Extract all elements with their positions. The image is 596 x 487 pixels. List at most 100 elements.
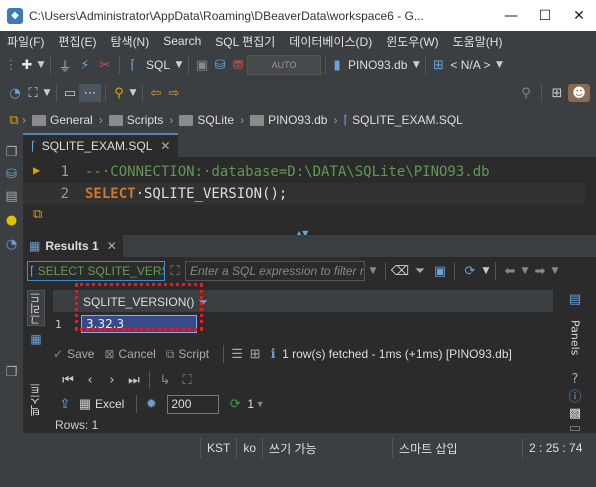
- expand-filter-icon[interactable]: ⛶: [165, 264, 185, 279]
- fetch-next-icon[interactable]: ↳: [154, 373, 176, 388]
- monitor-icon[interactable]: ▭: [61, 86, 79, 101]
- menu-file[interactable]: 파일(F): [0, 33, 51, 50]
- active-datasource[interactable]: PINO93.db: [348, 58, 407, 72]
- last-page-icon[interactable]: ⏭: [123, 373, 145, 388]
- save-filter-icon[interactable]: ▣: [430, 264, 450, 279]
- transaction-mode-combo[interactable]: AUTO: [247, 55, 322, 75]
- dashboard-icon[interactable]: ◔: [4, 237, 19, 252]
- fetch-all-icon[interactable]: ⛶: [176, 373, 198, 388]
- menu-window[interactable]: 윈도우(W): [379, 33, 445, 50]
- maximize-button[interactable]: ☐: [528, 0, 562, 31]
- refresh-results-icon[interactable]: ⟳: [459, 264, 481, 279]
- refresh-icon[interactable]: ⟳: [225, 396, 245, 412]
- fetch-size-input[interactable]: 200: [167, 394, 220, 414]
- forward-arrow-icon[interactable]: ⇨: [165, 86, 183, 101]
- close-button[interactable]: ✕: [562, 0, 596, 31]
- menu-edit[interactable]: 편집(E): [51, 33, 103, 50]
- row-number[interactable]: 1: [53, 314, 77, 334]
- breadcrumb-item-general[interactable]: General: [32, 113, 93, 127]
- sql-editor-icon[interactable]: ⌈: [124, 58, 142, 73]
- menu-navigate[interactable]: 탐색(N): [103, 33, 156, 50]
- query-text-box[interactable]: ⌈ SELECT SQLITE_VERSION();: [27, 261, 165, 281]
- info-circle-icon[interactable]: ⓘ: [566, 386, 584, 405]
- transaction-mode-icon[interactable]: ⛃: [229, 58, 247, 73]
- breadcrumb-item-db[interactable]: PINO93.db: [250, 113, 327, 127]
- filter-history-icon[interactable]: ▼: [365, 266, 381, 276]
- chevron-down-icon[interactable]: ▼: [494, 60, 504, 70]
- menu-sql-editor[interactable]: SQL 편집기: [208, 33, 282, 50]
- filter-settings-icon[interactable]: ⏷: [410, 264, 430, 279]
- tab-grid-view[interactable]: 그리드: [27, 290, 45, 326]
- export-icon[interactable]: ⇪: [55, 396, 75, 412]
- dashboard-gauge-icon[interactable]: ◔: [6, 86, 24, 101]
- checker-grid-icon[interactable]: ▩: [566, 404, 584, 422]
- restore-icon[interactable]: ❐: [4, 145, 19, 160]
- chevron-down-icon[interactable]: ▼: [174, 60, 184, 70]
- next-icon[interactable]: ➡: [530, 264, 550, 279]
- excel-button[interactable]: Excel: [95, 397, 124, 411]
- eraser-icon[interactable]: ⌫: [390, 264, 410, 279]
- chevron-down-icon[interactable]: ▼: [550, 266, 560, 276]
- tab-sqlite-exam[interactable]: ⌈ SQLITE_EXAM.SQL ✕: [23, 133, 179, 157]
- invalidate-reconnect-icon[interactable]: ⚡: [75, 58, 95, 73]
- more-options-icon[interactable]: ⋯: [79, 84, 101, 102]
- tab-text-view[interactable]: 텍스트: [27, 371, 45, 427]
- grid-icon: ▦: [29, 239, 41, 253]
- back-arrow-icon[interactable]: ⇦: [147, 86, 165, 101]
- database-navigator-icon[interactable]: ⛁: [4, 167, 19, 182]
- results-view-tabs: 그리드 ▦: [27, 290, 47, 356]
- breadcrumb-item-file[interactable]: ⌈ SQLITE_EXAM.SQL: [343, 113, 462, 127]
- menu-help[interactable]: 도움말(H): [446, 33, 510, 50]
- new-connection-icon[interactable]: ✚: [18, 58, 36, 73]
- quick-search-icon[interactable]: ⚲: [515, 86, 537, 101]
- chevron-down-icon[interactable]: ▼: [481, 266, 491, 276]
- filter-expression-input[interactable]: Enter a SQL expression to filter results…: [185, 261, 365, 281]
- breadcrumb-item-sqlite[interactable]: SQLite: [179, 113, 234, 127]
- rollback-icon[interactable]: ⛁: [211, 58, 229, 73]
- script-button[interactable]: Script: [178, 347, 209, 361]
- previous-page-icon[interactable]: ‹: [79, 373, 101, 388]
- commit-icon[interactable]: ▣: [193, 58, 211, 73]
- menu-database[interactable]: 데이터베이스(D): [282, 33, 379, 50]
- close-tab-icon[interactable]: ✕: [107, 239, 117, 253]
- chevron-down-icon[interactable]: ▼: [411, 60, 421, 70]
- code-area[interactable]: ▶ ▶ ⧉ 1 --·CONNECTION:·database=D:\DATA\…: [23, 157, 596, 233]
- first-page-icon[interactable]: ⏮: [57, 373, 79, 388]
- settings-gear-icon[interactable]: ✹: [141, 396, 161, 412]
- tab-results-1[interactable]: ▦ Results 1 ✕: [23, 235, 123, 257]
- save-button[interactable]: Save: [67, 347, 94, 361]
- chevron-down-icon[interactable]: ▼: [36, 60, 46, 70]
- grid-view-icon[interactable]: ▦: [27, 330, 45, 348]
- navigator-icon[interactable]: ⛶: [24, 86, 42, 101]
- previous-icon[interactable]: ⬅: [500, 264, 520, 279]
- disconnect-icon[interactable]: ✂: [95, 58, 115, 73]
- minimize-button[interactable]: —: [494, 0, 528, 31]
- cancel-button[interactable]: Cancel: [118, 347, 155, 361]
- next-page-icon[interactable]: ›: [101, 373, 123, 388]
- panels-icon[interactable]: ▤: [568, 292, 582, 307]
- active-schema[interactable]: < N/A >: [450, 58, 490, 72]
- locale-status: ko: [236, 438, 262, 458]
- navigation-row: ⏮ ‹ › ⏭ ↳ ⛶: [57, 369, 217, 391]
- dbeaver-perspective-icon[interactable]: ☻: [568, 84, 590, 102]
- outline-icon[interactable]: ●: [4, 213, 19, 228]
- chevron-down-icon[interactable]: ▼: [520, 266, 530, 276]
- add-perspective-icon[interactable]: ⊞: [546, 86, 568, 101]
- minimize-panel-icon[interactable]: ❐: [4, 365, 19, 380]
- chevron-down-icon[interactable]: ▼: [42, 88, 52, 98]
- menu-search[interactable]: Search: [156, 34, 208, 48]
- close-tab-icon[interactable]: ✕: [160, 139, 170, 153]
- connect-plug-icon[interactable]: ⏚: [55, 56, 75, 75]
- add-row-icon[interactable]: ⊞: [246, 346, 264, 362]
- chevron-down-icon[interactable]: ▼: [254, 399, 266, 409]
- sql-button-label[interactable]: SQL: [146, 58, 170, 72]
- breadcrumb-item-scripts[interactable]: Scripts: [108, 113, 163, 127]
- code-line-2: 2 SELECT ·SQLITE_VERSION();: [23, 183, 585, 205]
- projects-icon[interactable]: ▤: [4, 189, 19, 204]
- chevron-down-icon[interactable]: ▼: [128, 88, 138, 98]
- fetch-status: 1 row(s) fetched - 1ms (+1ms) [PINO93.db…: [282, 347, 512, 361]
- search-icon[interactable]: ⚲: [110, 86, 128, 101]
- highlight-box: [75, 283, 203, 331]
- panels-tab[interactable]: Panels: [565, 308, 585, 368]
- edit-layout-icon[interactable]: ☰: [228, 346, 246, 362]
